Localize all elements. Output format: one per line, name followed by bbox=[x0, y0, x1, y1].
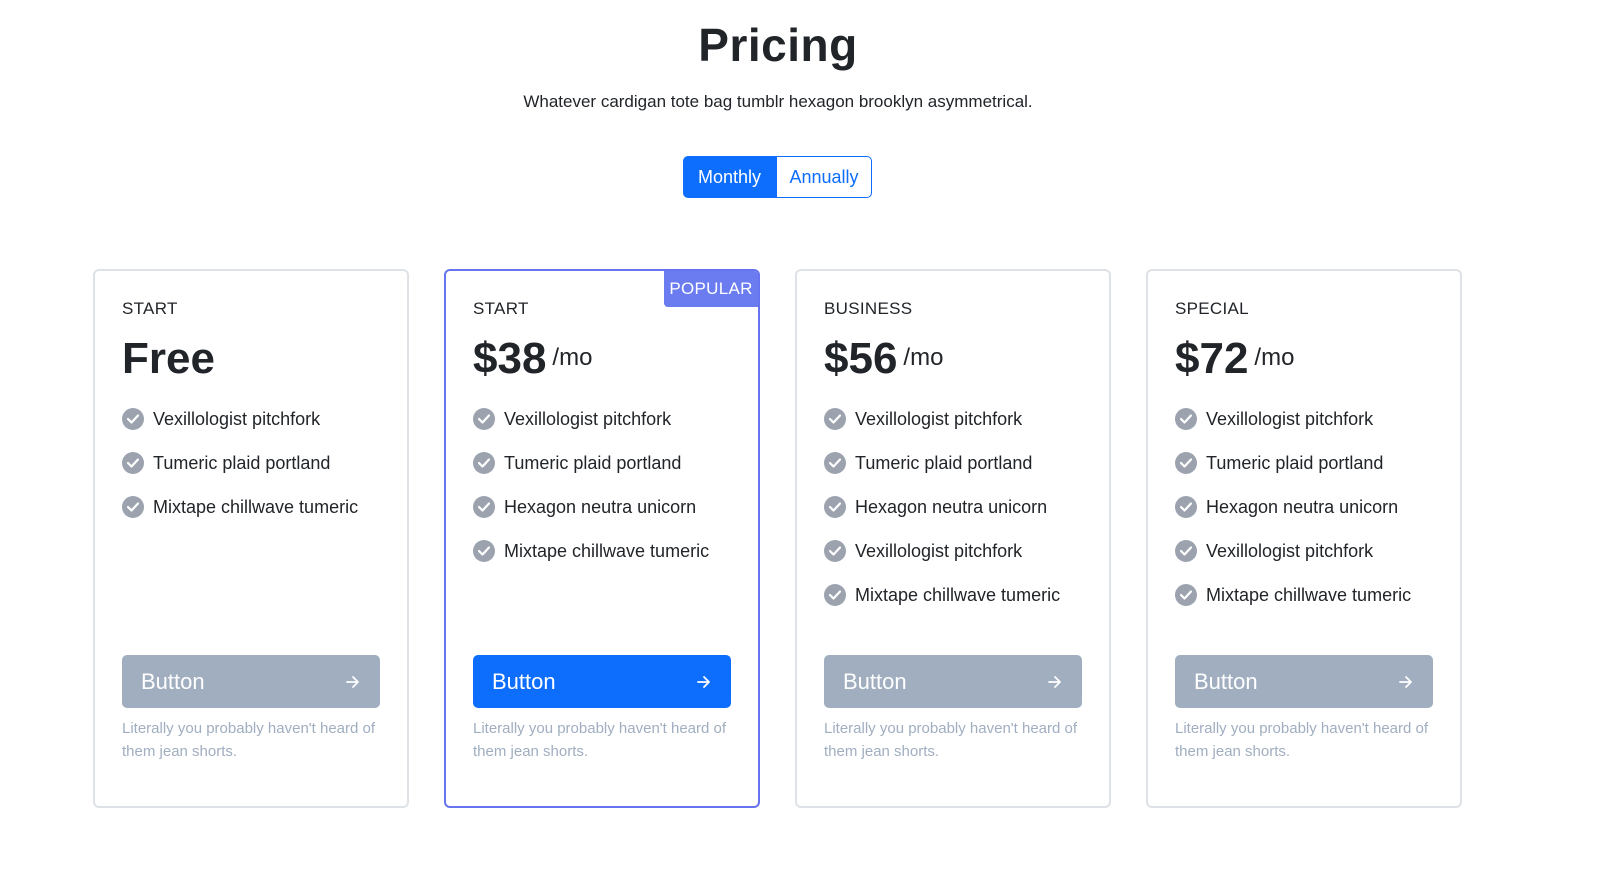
feature-item: Tumeric plaid portland bbox=[473, 441, 709, 485]
price-amount: $38 bbox=[473, 334, 547, 383]
feature-label: Mixtape chillwave tumeric bbox=[504, 540, 710, 561]
cta-label: Button bbox=[492, 668, 556, 694]
plan-name: BUSINESS bbox=[824, 299, 913, 318]
check-circle-icon bbox=[824, 408, 846, 430]
feature-label: Hexagon neutra unicorn bbox=[504, 496, 697, 517]
plan-price: $38 /mo bbox=[473, 331, 592, 387]
check-circle-icon bbox=[1175, 584, 1197, 606]
plan-note: Literally you probably haven't heard of … bbox=[122, 720, 376, 760]
plan-note: Literally you probably haven't heard of … bbox=[824, 720, 1078, 760]
plan-price: $72 /mo bbox=[1175, 331, 1294, 387]
check-circle-icon bbox=[824, 452, 846, 474]
check-circle-icon bbox=[473, 452, 495, 474]
arrow-right-icon bbox=[1398, 669, 1414, 695]
cta-label: Button bbox=[141, 668, 205, 694]
pricing-card-start-popular: POPULAR START $38 /mo Vexillologist pitc… bbox=[444, 269, 760, 808]
pricing-header: Pricing Whatever cardigan tote bag tumbl… bbox=[0, 14, 1556, 114]
cta-label: Button bbox=[1194, 668, 1258, 694]
feature-label: Vexillologist pitchfork bbox=[1206, 408, 1374, 429]
check-circle-icon bbox=[824, 496, 846, 518]
plan-price: Free bbox=[122, 331, 215, 387]
plan-note: Literally you probably haven't heard of … bbox=[1175, 720, 1429, 760]
feature-item: Hexagon neutra unicorn bbox=[1175, 485, 1411, 529]
check-circle-icon bbox=[824, 584, 846, 606]
feature-item: Vexillologist pitchfork bbox=[824, 529, 1060, 573]
check-circle-icon bbox=[1175, 496, 1197, 518]
feature-item: Hexagon neutra unicorn bbox=[473, 485, 709, 529]
check-circle-icon bbox=[122, 408, 144, 430]
feature-label: Tumeric plaid portland bbox=[1206, 452, 1384, 473]
feature-list: Vexillologist pitchfork Tumeric plaid po… bbox=[824, 397, 1060, 617]
popular-badge: POPULAR bbox=[664, 271, 758, 307]
plan-cta-button[interactable]: Button bbox=[824, 655, 1082, 708]
arrow-right-icon bbox=[1047, 669, 1063, 695]
feature-item: Vexillologist pitchfork bbox=[1175, 397, 1411, 441]
feature-label: Mixtape chillwave tumeric bbox=[1206, 584, 1412, 605]
feature-label: Hexagon neutra unicorn bbox=[1206, 496, 1399, 517]
check-circle-icon bbox=[122, 452, 144, 474]
price-period: /mo bbox=[1254, 344, 1295, 371]
price-period: /mo bbox=[552, 344, 593, 371]
arrow-right-icon bbox=[345, 669, 361, 695]
plan-cta-button[interactable]: Button bbox=[122, 655, 380, 708]
price-amount: $56 bbox=[824, 334, 898, 383]
feature-label: Vexillologist pitchfork bbox=[855, 540, 1023, 561]
feature-item: Vexillologist pitchfork bbox=[473, 397, 709, 441]
feature-label: Vexillologist pitchfork bbox=[153, 408, 321, 429]
page-title: Pricing bbox=[698, 19, 858, 71]
feature-label: Vexillologist pitchfork bbox=[1206, 540, 1374, 561]
feature-label: Vexillologist pitchfork bbox=[855, 408, 1023, 429]
cta-label: Button bbox=[843, 668, 907, 694]
feature-item: Mixtape chillwave tumeric bbox=[122, 485, 358, 529]
feature-label: Mixtape chillwave tumeric bbox=[855, 584, 1061, 605]
annually-toggle-button[interactable]: Annually bbox=[776, 156, 872, 198]
pricing-page: Pricing Whatever cardigan tote bag tumbl… bbox=[0, 0, 1598, 882]
check-circle-icon bbox=[1175, 408, 1197, 430]
plan-note: Literally you probably haven't heard of … bbox=[473, 720, 727, 760]
check-circle-icon bbox=[473, 408, 495, 430]
feature-list: Vexillologist pitchfork Tumeric plaid po… bbox=[473, 397, 709, 573]
feature-item: Vexillologist pitchfork bbox=[122, 397, 358, 441]
feature-item: Mixtape chillwave tumeric bbox=[1175, 573, 1411, 617]
price-amount: Free bbox=[122, 334, 215, 383]
pricing-card-business: BUSINESS $56 /mo Vexillologist pitchfork… bbox=[795, 269, 1111, 808]
page-subtitle: Whatever cardigan tote bag tumblr hexago… bbox=[523, 92, 1033, 111]
feature-label: Mixtape chillwave tumeric bbox=[153, 496, 359, 517]
feature-label: Tumeric plaid portland bbox=[153, 452, 331, 473]
arrow-right-icon bbox=[696, 669, 712, 695]
price-amount: $72 bbox=[1175, 334, 1249, 383]
pricing-card-special: SPECIAL $72 /mo Vexillologist pitchfork … bbox=[1146, 269, 1462, 808]
feature-label: Vexillologist pitchfork bbox=[504, 408, 672, 429]
monthly-toggle-button[interactable]: Monthly bbox=[683, 156, 776, 198]
plan-name: SPECIAL bbox=[1175, 299, 1249, 318]
feature-item: Tumeric plaid portland bbox=[824, 441, 1060, 485]
check-circle-icon bbox=[122, 496, 144, 518]
feature-item: Tumeric plaid portland bbox=[122, 441, 358, 485]
feature-label: Tumeric plaid portland bbox=[855, 452, 1033, 473]
feature-item: Mixtape chillwave tumeric bbox=[473, 529, 709, 573]
feature-label: Tumeric plaid portland bbox=[504, 452, 682, 473]
plan-name: START bbox=[473, 299, 529, 318]
plan-name: START bbox=[122, 299, 178, 318]
feature-item: Vexillologist pitchfork bbox=[824, 397, 1060, 441]
plan-cta-button[interactable]: Button bbox=[1175, 655, 1433, 708]
check-circle-icon bbox=[1175, 452, 1197, 474]
feature-list: Vexillologist pitchfork Tumeric plaid po… bbox=[122, 397, 358, 529]
feature-list: Vexillologist pitchfork Tumeric plaid po… bbox=[1175, 397, 1411, 617]
check-circle-icon bbox=[473, 496, 495, 518]
feature-item: Tumeric plaid portland bbox=[1175, 441, 1411, 485]
feature-item: Hexagon neutra unicorn bbox=[824, 485, 1060, 529]
feature-label: Hexagon neutra unicorn bbox=[855, 496, 1048, 517]
plan-price: $56 /mo bbox=[824, 331, 943, 387]
feature-item: Mixtape chillwave tumeric bbox=[824, 573, 1060, 617]
price-period: /mo bbox=[903, 344, 944, 371]
pricing-card-start-free: START Free Vexillologist pitchfork Tumer… bbox=[93, 269, 409, 808]
billing-toggle: Monthly Annually bbox=[683, 156, 872, 198]
check-circle-icon bbox=[473, 540, 495, 562]
feature-item: Vexillologist pitchfork bbox=[1175, 529, 1411, 573]
plan-cta-button[interactable]: Button bbox=[473, 655, 731, 708]
check-circle-icon bbox=[824, 540, 846, 562]
check-circle-icon bbox=[1175, 540, 1197, 562]
